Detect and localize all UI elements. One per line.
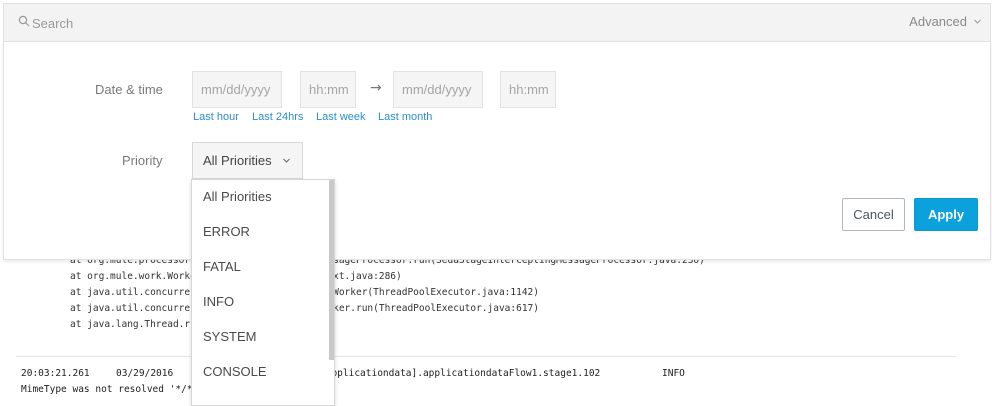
to-time-input[interactable]: hh:mm bbox=[500, 71, 556, 108]
priority-option-console[interactable]: CONSOLE bbox=[203, 364, 267, 379]
search-input[interactable] bbox=[32, 13, 432, 33]
priority-option-fatal[interactable]: FATAL bbox=[203, 259, 241, 274]
priority-select[interactable]: All Priorities bbox=[192, 142, 303, 179]
priority-option-error[interactable]: ERROR bbox=[203, 224, 250, 239]
priority-option-all[interactable]: All Priorities bbox=[203, 189, 272, 204]
apply-button[interactable]: Apply bbox=[914, 198, 978, 231]
quick-range-last-month[interactable]: Last month bbox=[378, 111, 432, 123]
priority-dropdown-list: All Priorities ERROR FATAL INFO SYSTEM C… bbox=[191, 179, 335, 406]
log-entry-priority: INFO bbox=[662, 368, 685, 379]
advanced-label: Advanced bbox=[909, 14, 967, 29]
dropdown-scrollbar[interactable] bbox=[329, 180, 334, 360]
range-arrow-icon: → bbox=[370, 80, 382, 96]
search-icon bbox=[18, 15, 30, 27]
log-entry-message: MimeType was not resolved '*/*' bbox=[21, 384, 199, 395]
priority-selected-value: All Priorities bbox=[203, 153, 272, 168]
log-entry-date: 03/29/2016 bbox=[116, 368, 174, 379]
quick-range-last-week[interactable]: Last week bbox=[316, 111, 366, 123]
cancel-button[interactable]: Cancel bbox=[842, 198, 905, 231]
chevron-down-icon bbox=[974, 19, 981, 24]
priority-option-info[interactable]: INFO bbox=[203, 294, 234, 309]
log-entry-time: 20:03:21.261 bbox=[21, 368, 90, 379]
search-bar: Advanced bbox=[3, 3, 991, 41]
log-divider bbox=[16, 356, 956, 357]
advanced-toggle[interactable]: Advanced bbox=[909, 14, 982, 29]
priority-label: Priority bbox=[122, 153, 163, 168]
date-time-label: Date & time bbox=[95, 82, 163, 97]
from-time-input[interactable]: hh:mm bbox=[300, 71, 356, 108]
priority-option-system[interactable]: SYSTEM bbox=[203, 329, 256, 344]
to-date-input[interactable]: mm/dd/yyyy bbox=[393, 71, 483, 108]
advanced-filter-panel: Date & time mm/dd/yyyy hh:mm → mm/dd/yyy… bbox=[3, 41, 991, 260]
log-entry-source: [applicationdata].applicationdataFlow1.s… bbox=[320, 368, 601, 379]
quick-range-last-hour[interactable]: Last hour bbox=[193, 111, 239, 123]
quick-range-last-24hrs[interactable]: Last 24hrs bbox=[252, 111, 303, 123]
from-date-input[interactable]: mm/dd/yyyy bbox=[192, 71, 282, 108]
chevron-down-icon bbox=[282, 158, 290, 163]
